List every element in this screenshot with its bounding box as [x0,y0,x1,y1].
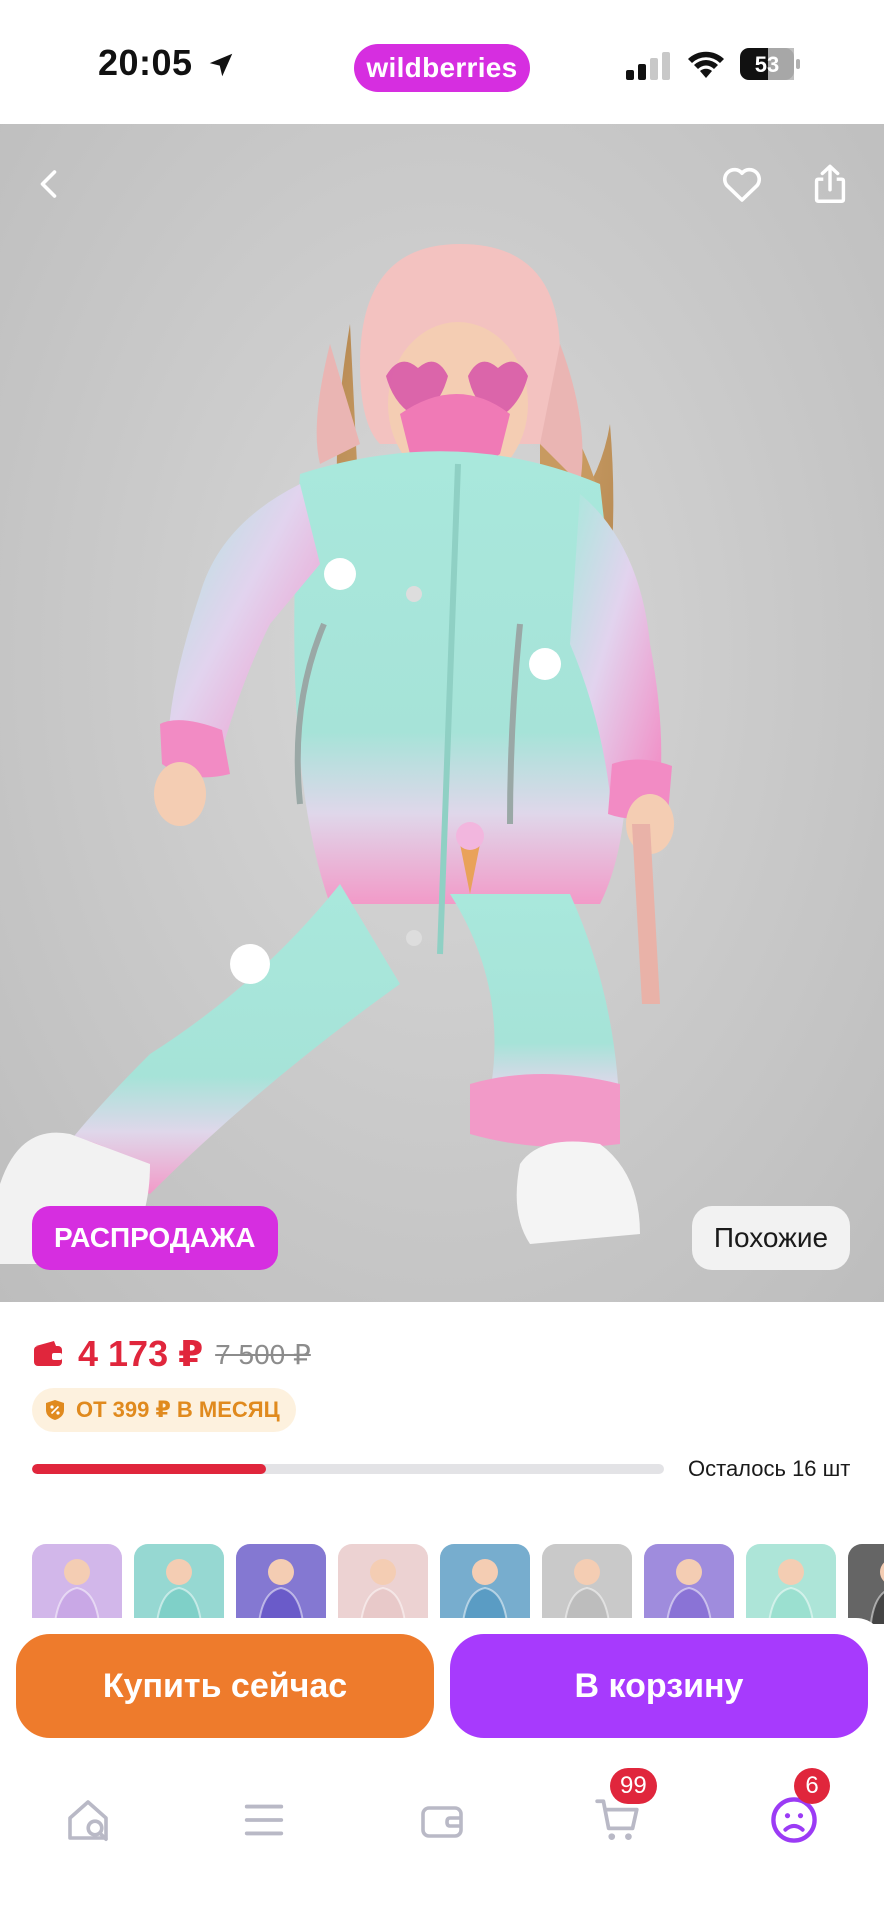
product-thumbnail[interactable] [32,1544,122,1624]
tab-home[interactable] [58,1788,122,1852]
similar-button[interactable]: Похожие [692,1206,850,1270]
favorite-button[interactable] [712,154,772,214]
product-thumbnail[interactable] [542,1544,632,1624]
thumbnail-image [236,1544,326,1624]
installment-text: ОТ 399 ₽ В МЕСЯЦ [76,1397,280,1422]
tab-catalog[interactable] [232,1788,296,1852]
thumbnail-image [644,1544,734,1624]
share-button[interactable] [800,154,860,214]
status-bar: 20:05 wildberries 53 [0,0,884,124]
thumbnail-image [32,1544,122,1624]
bottom-nav: 99 6 [0,1758,884,1920]
thumbnail-image [848,1544,884,1624]
product-thumbnail[interactable] [134,1544,224,1624]
thumbnail-image [440,1544,530,1624]
thumbnail-image [338,1544,428,1624]
location-arrow-icon [209,53,233,77]
cellular-signal-icon [626,52,670,80]
installment-badge[interactable]: ОТ 399 ₽ В МЕСЯЦ [32,1388,296,1432]
thumbnail-image [134,1544,224,1624]
thumbnail-image [542,1544,632,1624]
wifi-icon [688,51,724,78]
product-thumbnail[interactable] [338,1544,428,1624]
back-button[interactable] [20,154,80,214]
wallet-icon [34,1341,62,1366]
thumbnail-image [746,1544,836,1624]
buy-now-button[interactable]: Купить сейчас [16,1634,434,1738]
product-thumbnail[interactable] [746,1544,836,1624]
battery-icon: 53 [740,48,800,80]
old-price: 7 500 ₽ [215,1338,311,1370]
action-sheet: Купить сейчас В корзину [0,1618,884,1758]
menu-lines-icon [244,1804,284,1836]
wallet-outline-icon [421,1806,463,1838]
cart-count-badge: 99 [610,1768,657,1804]
shield-percent-icon [46,1400,64,1420]
product-thumbnail[interactable] [440,1544,530,1624]
brand-logo: wildberries [354,44,530,92]
product-thumbnail[interactable] [848,1544,884,1624]
sale-badge: РАСПРОДАЖА [32,1206,278,1270]
share-icon [814,164,846,203]
product-thumbnail[interactable] [236,1544,326,1624]
current-price: 4 173 ₽ [78,1333,204,1374]
price-row: 4 173 ₽ 7 500 ₽ [32,1330,311,1378]
add-to-cart-button[interactable]: В корзину [450,1634,868,1738]
heart-icon [723,167,761,202]
stock-remaining: Осталось 16 шт [688,1456,851,1481]
thumbnail-strip[interactable] [32,1544,884,1624]
profile-notification-badge: 6 [794,1768,830,1804]
tab-wallet[interactable] [410,1788,474,1852]
chevron-left-icon [40,170,57,198]
status-time: 20:05 [98,42,193,83]
stock-progress-bar [32,1464,664,1474]
battery-level: 53 [755,52,779,77]
product-thumbnail[interactable] [644,1544,734,1624]
stock-progress-fill [32,1464,266,1474]
product-photo [0,244,674,1264]
product-image[interactable]: РАСПРОДАЖА Похожие [0,124,884,1302]
home-search-icon [68,1800,108,1841]
